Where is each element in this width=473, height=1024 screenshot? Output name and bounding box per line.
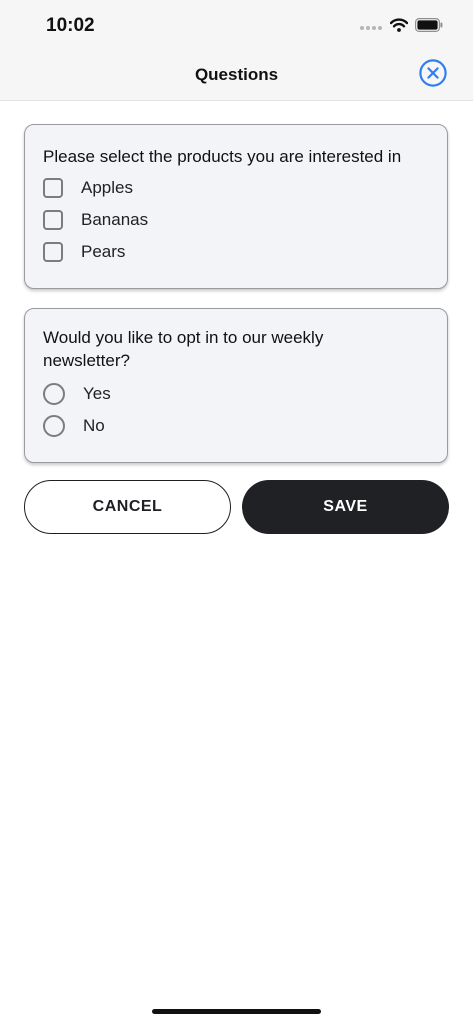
- close-circle-icon: [419, 58, 447, 92]
- radio-option-no[interactable]: No: [43, 414, 105, 438]
- option-label: Bananas: [81, 210, 149, 229]
- checkbox-option-bananas[interactable]: Bananas: [43, 208, 148, 232]
- cancel-button[interactable]: CANCEL: [24, 480, 231, 534]
- signal-dots-icon: [359, 18, 383, 36]
- checkbox[interactable]: [43, 242, 63, 262]
- question-text: Please select the products you are inter…: [43, 147, 402, 166]
- checkbox-option-pears[interactable]: Pears: [43, 240, 125, 264]
- status-time: 10:02: [46, 15, 95, 36]
- status-icons: [359, 16, 443, 38]
- radio-button[interactable]: [43, 383, 65, 405]
- option-label: Yes: [83, 384, 111, 403]
- question-card-newsletter: Would you like to opt in to our weekly n…: [24, 308, 448, 463]
- wifi-icon: [389, 17, 409, 37]
- option-label: Pears: [81, 242, 126, 261]
- checkbox-option-apples[interactable]: Apples: [43, 176, 133, 200]
- radio-option-yes[interactable]: Yes: [43, 382, 111, 406]
- checkbox[interactable]: [43, 178, 63, 198]
- status-bar: 10:02: [0, 0, 473, 50]
- option-label: Apples: [81, 178, 133, 197]
- save-button[interactable]: SAVE: [242, 480, 449, 534]
- battery-icon: [415, 17, 443, 37]
- question-card-products: Please select the products you are inter…: [24, 124, 448, 289]
- radio-button[interactable]: [43, 415, 65, 437]
- navigation-bar: Questions: [0, 50, 473, 101]
- option-label: No: [83, 416, 105, 435]
- page-title: Questions: [194, 65, 279, 84]
- checkbox[interactable]: [43, 210, 63, 230]
- home-indicator: [152, 1009, 321, 1014]
- question-text: Would you like to opt in to our weekly n…: [43, 328, 324, 370]
- close-button[interactable]: [419, 58, 447, 92]
